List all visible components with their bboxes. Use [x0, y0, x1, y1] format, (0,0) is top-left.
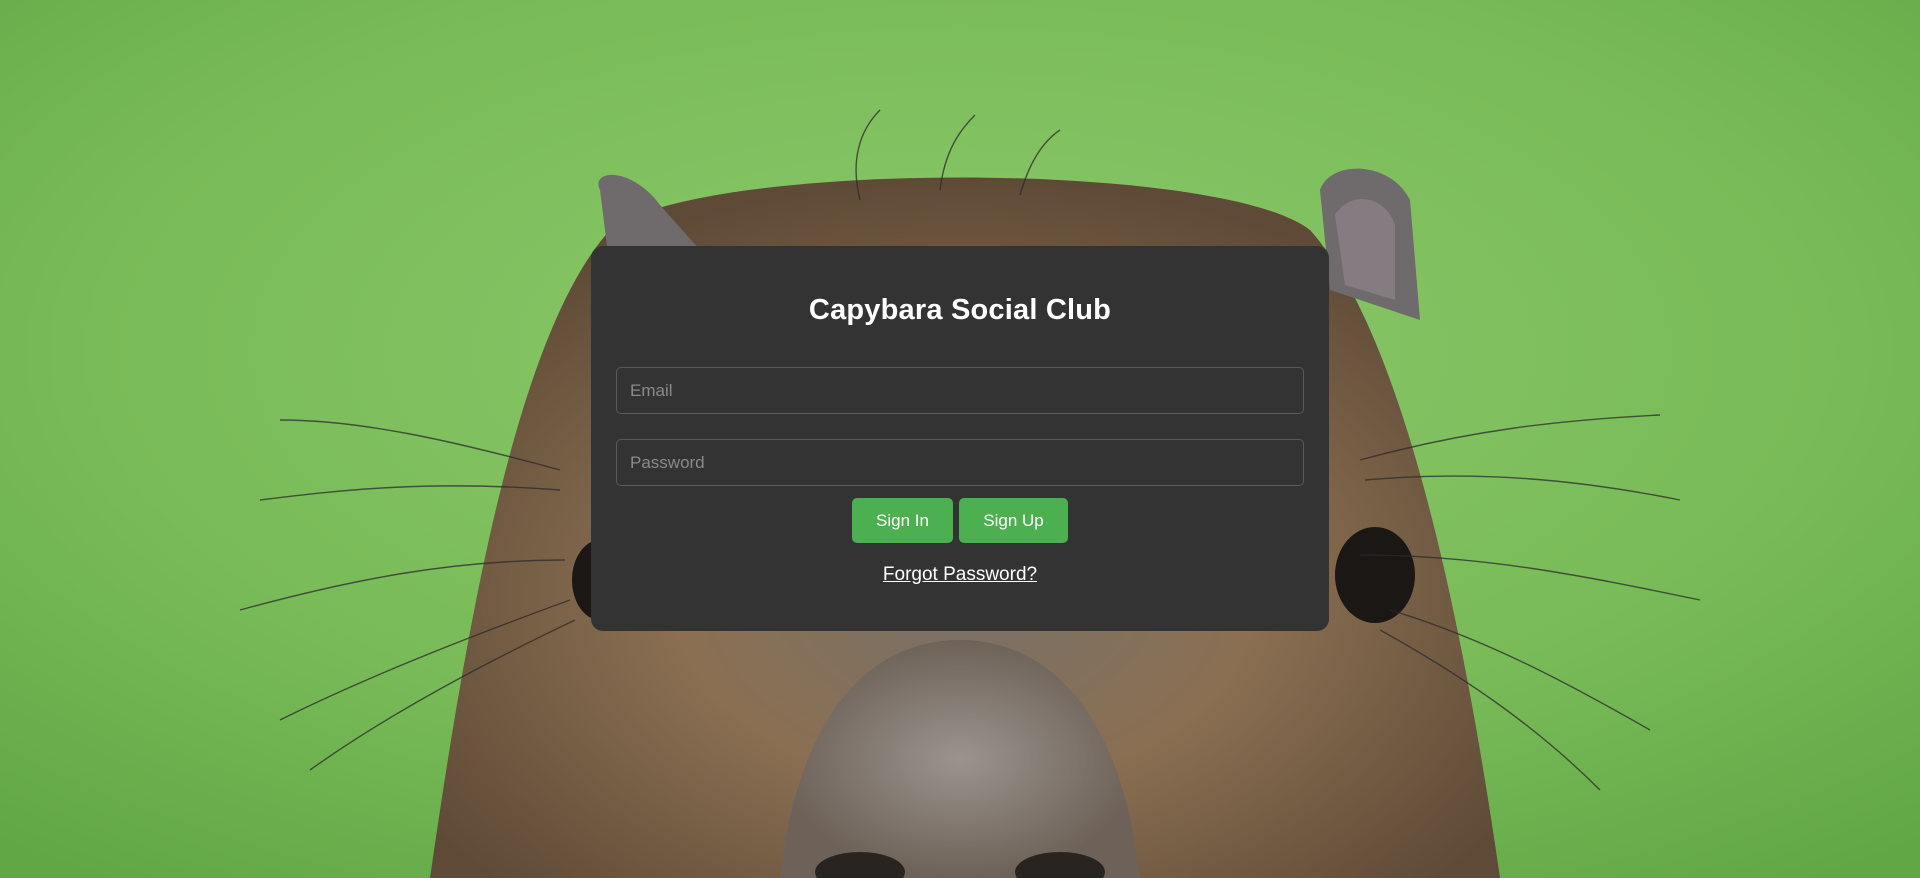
page-title: Capybara Social Club [808, 294, 1112, 326]
auth-buttons: Sign In Sign Up [591, 498, 1329, 543]
login-card: Capybara Social Club Sign In Sign Up For… [591, 246, 1329, 631]
sign-up-button[interactable]: Sign Up [959, 498, 1068, 543]
forgot-password-row: Forgot Password? [591, 564, 1329, 586]
sign-in-button[interactable]: Sign In [852, 498, 953, 543]
forgot-password-link[interactable]: Forgot Password? [883, 564, 1037, 585]
email-field[interactable] [616, 367, 1304, 414]
password-field[interactable] [616, 439, 1304, 486]
